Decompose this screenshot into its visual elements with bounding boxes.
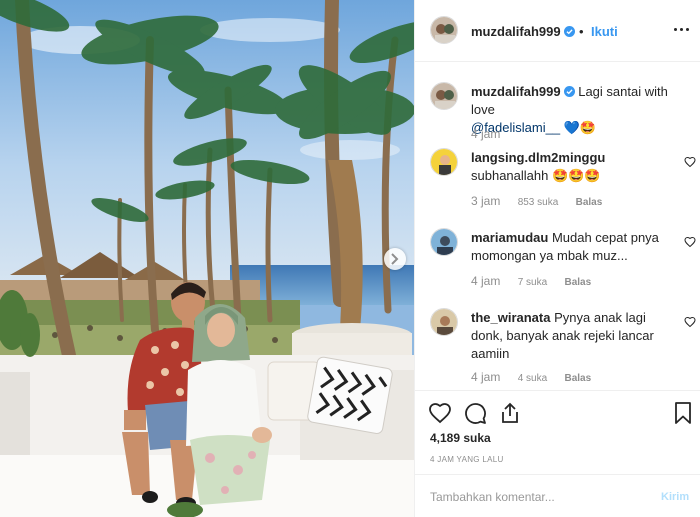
author-username: muzdalifah999	[471, 24, 561, 39]
next-photo-button[interactable]	[384, 248, 406, 270]
post-actions: 4,189 suka 4 JAM YANG LALU	[415, 390, 700, 474]
comment-like-icon[interactable]	[684, 316, 696, 328]
caption-time[interactable]: 4 jam	[471, 127, 500, 141]
reply-button[interactable]: Balas	[565, 373, 592, 384]
bookmark-icon[interactable]	[671, 401, 695, 425]
post-time-ago[interactable]: 4 JAM YANG LALU	[430, 455, 504, 464]
post-sidebar: muzdalifah999 • Ikuti muzdalifah999 Lagi…	[414, 0, 700, 517]
add-comment-input[interactable]	[430, 487, 640, 507]
more-options-icon[interactable]	[673, 22, 691, 36]
reply-button[interactable]: Balas	[565, 277, 592, 288]
comment-text: subhanallahh 🤩🤩🤩	[471, 168, 601, 183]
post-header: muzdalifah999 • Ikuti	[415, 0, 700, 62]
avatar-image	[431, 229, 457, 255]
comment-time[interactable]: 4 jam	[471, 370, 500, 384]
avatar-image	[431, 17, 457, 43]
comment-time[interactable]: 3 jam	[471, 194, 500, 208]
post-photo-image	[0, 0, 414, 517]
commenter-avatar[interactable]	[430, 148, 458, 176]
comment-time[interactable]: 4 jam	[471, 274, 500, 288]
comments-list[interactable]: muzdalifah999 Lagi santai with love @fad…	[415, 62, 700, 390]
follow-button[interactable]: Ikuti	[591, 24, 618, 39]
verified-badge-icon	[563, 86, 575, 97]
likes-count[interactable]: 4,189 suka	[430, 431, 491, 445]
caption-username[interactable]: muzdalifah999	[471, 84, 561, 99]
avatar-image	[431, 309, 457, 335]
commenter-username[interactable]: the_wiranata	[471, 310, 550, 325]
reply-button[interactable]: Balas	[576, 197, 603, 208]
commenter-username[interactable]: mariamudau	[471, 230, 548, 245]
author-avatar[interactable]	[430, 16, 458, 44]
commenter-username[interactable]: langsing.dlm2minggu	[471, 150, 605, 165]
author-username-link[interactable]: muzdalifah999	[471, 24, 575, 39]
separator-dot: •	[579, 24, 584, 39]
caption-avatar[interactable]	[430, 82, 458, 110]
commenter-avatar[interactable]	[430, 228, 458, 256]
avatar-image	[431, 149, 457, 175]
comment-like-icon[interactable]	[684, 236, 696, 248]
comment-icon[interactable]	[463, 401, 487, 425]
post-photo[interactable]	[0, 0, 414, 517]
chevron-right-icon	[391, 253, 399, 265]
post-comment-button[interactable]: Kirim	[661, 491, 689, 503]
avatar-image	[431, 83, 457, 109]
caption-emoji: 💙🤩	[563, 120, 597, 135]
add-comment-bar: Kirim	[415, 474, 700, 517]
share-icon[interactable]	[498, 401, 522, 425]
heart-icon[interactable]	[428, 401, 452, 425]
comment-likes[interactable]: 4 suka	[518, 373, 547, 384]
comment-likes[interactable]: 853 suka	[518, 197, 559, 208]
commenter-avatar[interactable]	[430, 308, 458, 336]
verified-badge-icon	[563, 26, 575, 37]
comment-likes[interactable]: 7 suka	[518, 277, 547, 288]
comment-like-icon[interactable]	[684, 156, 696, 168]
